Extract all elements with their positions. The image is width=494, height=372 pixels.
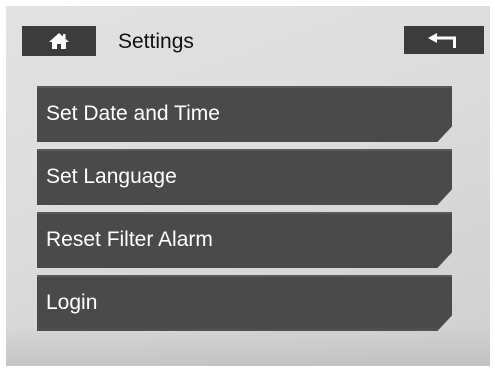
settings-screen: Settings Set Date and Time Set Language … (6, 6, 490, 366)
menu-item-label: Set Date and Time (46, 102, 220, 125)
menu-item-set-date-and-time[interactable]: Set Date and Time (37, 86, 452, 142)
home-icon (48, 32, 70, 50)
page-title: Settings (118, 30, 194, 53)
settings-menu: Set Date and Time Set Language Reset Fil… (37, 86, 452, 338)
menu-item-login[interactable]: Login (37, 275, 452, 331)
menu-item-label: Set Language (46, 165, 177, 188)
menu-item-label: Reset Filter Alarm (46, 228, 213, 251)
back-arrow-icon (427, 32, 461, 48)
home-button[interactable] (22, 26, 96, 56)
menu-item-set-language[interactable]: Set Language (37, 149, 452, 205)
menu-item-reset-filter-alarm[interactable]: Reset Filter Alarm (37, 212, 452, 268)
back-button[interactable] (404, 26, 484, 54)
menu-item-label: Login (46, 291, 98, 314)
